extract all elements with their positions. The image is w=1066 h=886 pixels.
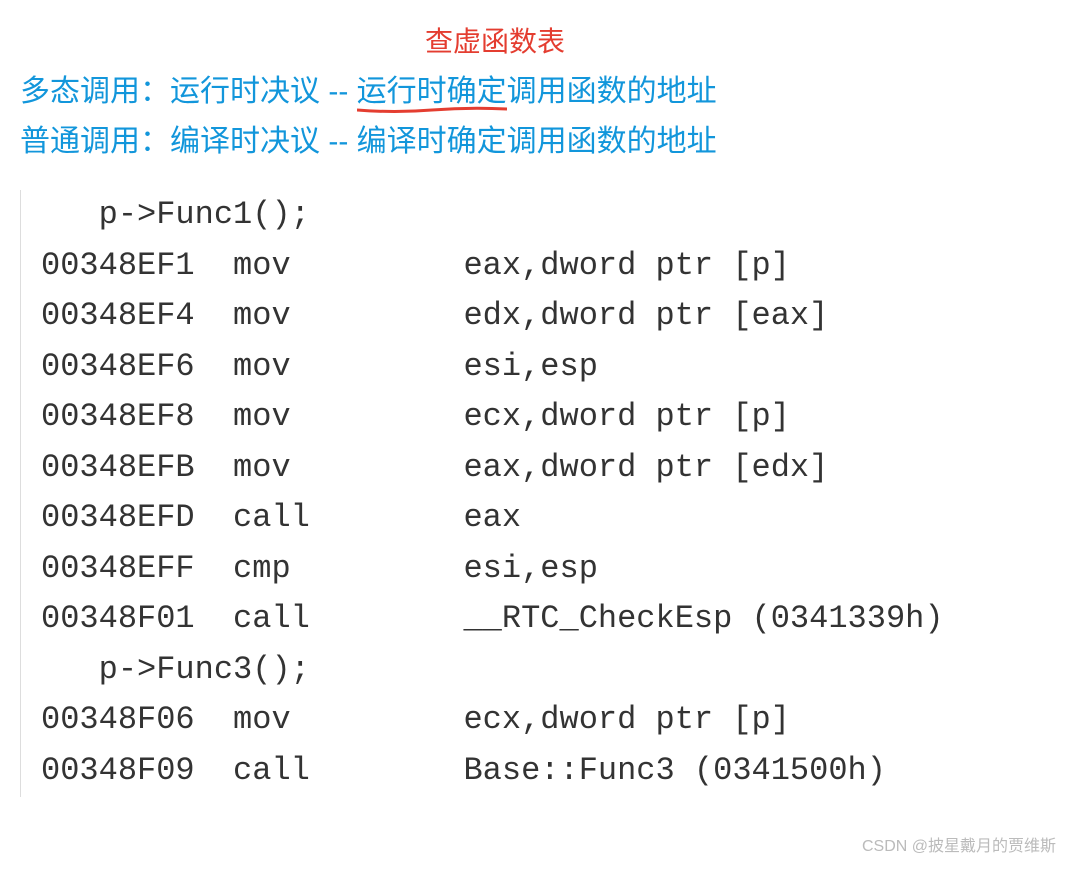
asm-row: 00348EF6 mov esi,esp	[41, 348, 598, 385]
line1-prefix: 多态调用：运行时决议 --	[20, 75, 357, 108]
asm-row: 00348EF8 mov ecx,dword ptr [p]	[41, 398, 790, 435]
asm-row: 00348EFD call eax	[41, 499, 521, 536]
asm-row: 00348EF4 mov edx,dword ptr [eax]	[41, 297, 828, 334]
vtable-annotation: 查虚函数表	[425, 20, 1066, 60]
polymorphic-call-line: 多态调用：运行时决议 -- 运行时确定调用函数的地址	[20, 66, 1066, 110]
asm-row: 00348EFF cmp esi,esp	[41, 550, 598, 587]
watermark-text: CSDN @披星戴月的贾维斯	[862, 832, 1056, 856]
source-line-1: p->Func1();	[41, 196, 310, 233]
line1-suffix: 调用函数的地址	[507, 75, 717, 108]
disassembly-block: p->Func1(); 00348EF1 mov eax,dword ptr […	[20, 190, 1066, 797]
red-underline-icon	[357, 106, 507, 114]
asm-row: 00348F09 call Base::Func3 (0341500h)	[41, 752, 886, 789]
line1-underlined: 运行时确定	[357, 75, 507, 108]
normal-call-line: 普通调用：编译时决议 -- 编译时确定调用函数的地址	[20, 116, 1066, 160]
line1-underlined-wrap: 运行时确定	[357, 66, 507, 110]
asm-row: 00348EF1 mov eax,dword ptr [p]	[41, 247, 790, 284]
asm-row: 00348F06 mov ecx,dword ptr [p]	[41, 701, 790, 738]
asm-row: 00348F01 call __RTC_CheckEsp (0341339h)	[41, 600, 944, 637]
source-line-2: p->Func3();	[41, 651, 310, 688]
header-annotations: 查虚函数表 多态调用：运行时决议 -- 运行时确定调用函数的地址 普通调用：编译…	[20, 20, 1066, 160]
asm-row: 00348EFB mov eax,dword ptr [edx]	[41, 449, 828, 486]
